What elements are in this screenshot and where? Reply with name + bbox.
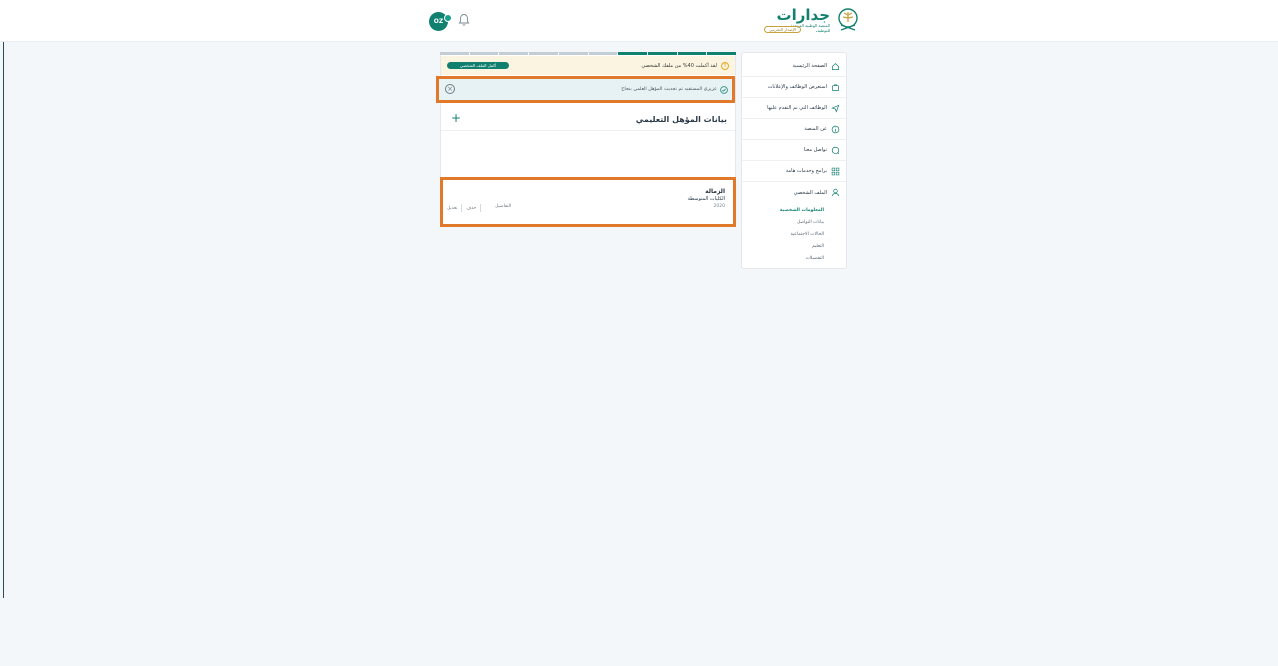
palm-emblem-icon bbox=[838, 8, 858, 31]
progress-segment bbox=[499, 52, 529, 55]
logo-title: جدارات bbox=[776, 6, 830, 24]
send-icon bbox=[831, 104, 840, 113]
divider bbox=[480, 204, 482, 212]
progress-segment bbox=[440, 52, 469, 55]
sidebar-item-profile[interactable]: الملف الشخصي bbox=[742, 182, 846, 203]
user-icon bbox=[832, 188, 839, 197]
home-icon bbox=[831, 62, 840, 70]
entry-actions: تعديل حذف bbox=[447, 204, 482, 212]
sidebar-item-label: عن المنصة bbox=[804, 126, 827, 132]
progress-segment bbox=[618, 52, 647, 55]
entry-delete-link[interactable]: حذف bbox=[466, 206, 476, 211]
sidebar-item-label: الصفحة الرئيسية bbox=[792, 63, 828, 69]
education-entry: الزمالة الكليات المتوسطة 2020 التفاصيل ت… bbox=[441, 177, 733, 225]
progress-segment bbox=[558, 52, 588, 55]
sidebar-subitem-contact-info[interactable]: بيانات التواصل bbox=[797, 220, 824, 225]
sidebar-item-about[interactable]: عن المنصة bbox=[742, 119, 846, 140]
entry-year: 2020 bbox=[713, 204, 725, 209]
add-education-button[interactable]: + bbox=[451, 111, 461, 125]
profile-completion-notice: ! لقد أكملت 40% من ملفك الشخصي أكمل المل… bbox=[441, 56, 735, 75]
sidebar-item-services[interactable]: برامج وخدمات هامة bbox=[742, 161, 846, 182]
briefcase-icon bbox=[831, 83, 840, 91]
sidebar-item-label: الملف الشخصي bbox=[793, 189, 827, 196]
top-header: OZ جدارات المنصة الوطنية الموحدة للتوظيف… bbox=[0, 0, 1278, 42]
sidebar-subitem-preferences[interactable]: التفضيلات bbox=[806, 256, 824, 261]
beta-badge: الإصدار التجريبي bbox=[764, 26, 802, 33]
progress-segment bbox=[469, 52, 499, 55]
section-title: بيانات المؤهل التعليمي bbox=[635, 115, 727, 124]
sidebar-item-label: تواصل معنا bbox=[803, 147, 827, 153]
entry-details-link[interactable]: التفاصيل bbox=[495, 204, 511, 209]
success-toast: عزيزي المستفيد تم تحديث المؤهل العلمي بن… bbox=[439, 79, 734, 100]
progress-segment bbox=[588, 52, 618, 55]
entry-edit-link[interactable]: تعديل bbox=[447, 206, 457, 211]
toast-text: عزيزي المستفيد تم تحديث المؤهل العلمي بن… bbox=[621, 87, 717, 92]
sidebar-item-applied-jobs[interactable]: الوظائف التي تم التقدم عليها bbox=[742, 98, 846, 119]
warning-icon: ! bbox=[721, 61, 729, 70]
sidebar-item-jobs[interactable]: استعرض الوظائف والإعلانات bbox=[742, 77, 846, 98]
education-section-header: بيانات المؤهل التعليمي + bbox=[441, 109, 735, 131]
avatar-status-dot bbox=[444, 14, 452, 22]
sidebar-subitem-education[interactable]: التعليم bbox=[812, 244, 824, 249]
notice-text: لقد أكملت 40% من ملفك الشخصي bbox=[641, 62, 717, 69]
entry-major: الزمالة bbox=[705, 188, 725, 195]
grid-icon bbox=[831, 167, 840, 175]
progress-segment bbox=[677, 52, 707, 55]
divider bbox=[461, 204, 463, 212]
info-icon bbox=[831, 125, 840, 133]
left-edge-rule bbox=[3, 0, 4, 598]
sidebar-item-home[interactable]: الصفحة الرئيسية bbox=[742, 56, 846, 77]
bell-icon[interactable] bbox=[458, 13, 470, 27]
sidebar-nav: الصفحة الرئيسية استعرض الوظائف والإعلانا… bbox=[741, 52, 847, 269]
progress-segment bbox=[529, 52, 558, 55]
sidebar-subitem-personal-info[interactable]: المعلومات الشخصية bbox=[780, 208, 824, 213]
chat-icon bbox=[831, 146, 840, 154]
sidebar-subitem-social-status[interactable]: الحالات الاجتماعية bbox=[790, 232, 824, 237]
check-circle-icon bbox=[720, 85, 728, 94]
sidebar-item-label: الوظائف التي تم التقدم عليها bbox=[767, 105, 827, 111]
complete-profile-button[interactable]: أكمل الملف الشخصي bbox=[447, 62, 509, 69]
jadarat-logo[interactable]: جدارات المنصة الوطنية الموحدة للتوظيف ال… bbox=[764, 7, 860, 37]
progress-segment bbox=[707, 52, 737, 55]
sidebar-item-label: استعرض الوظائف والإعلانات bbox=[767, 84, 827, 90]
sidebar-item-contact[interactable]: تواصل معنا bbox=[742, 140, 846, 161]
sidebar-item-label: برامج وخدمات هامة bbox=[785, 168, 827, 174]
profile-progress-bar bbox=[440, 52, 737, 55]
progress-segment bbox=[647, 52, 677, 55]
entry-institution: الكليات المتوسطة bbox=[687, 196, 725, 202]
close-icon[interactable]: × bbox=[445, 84, 455, 94]
